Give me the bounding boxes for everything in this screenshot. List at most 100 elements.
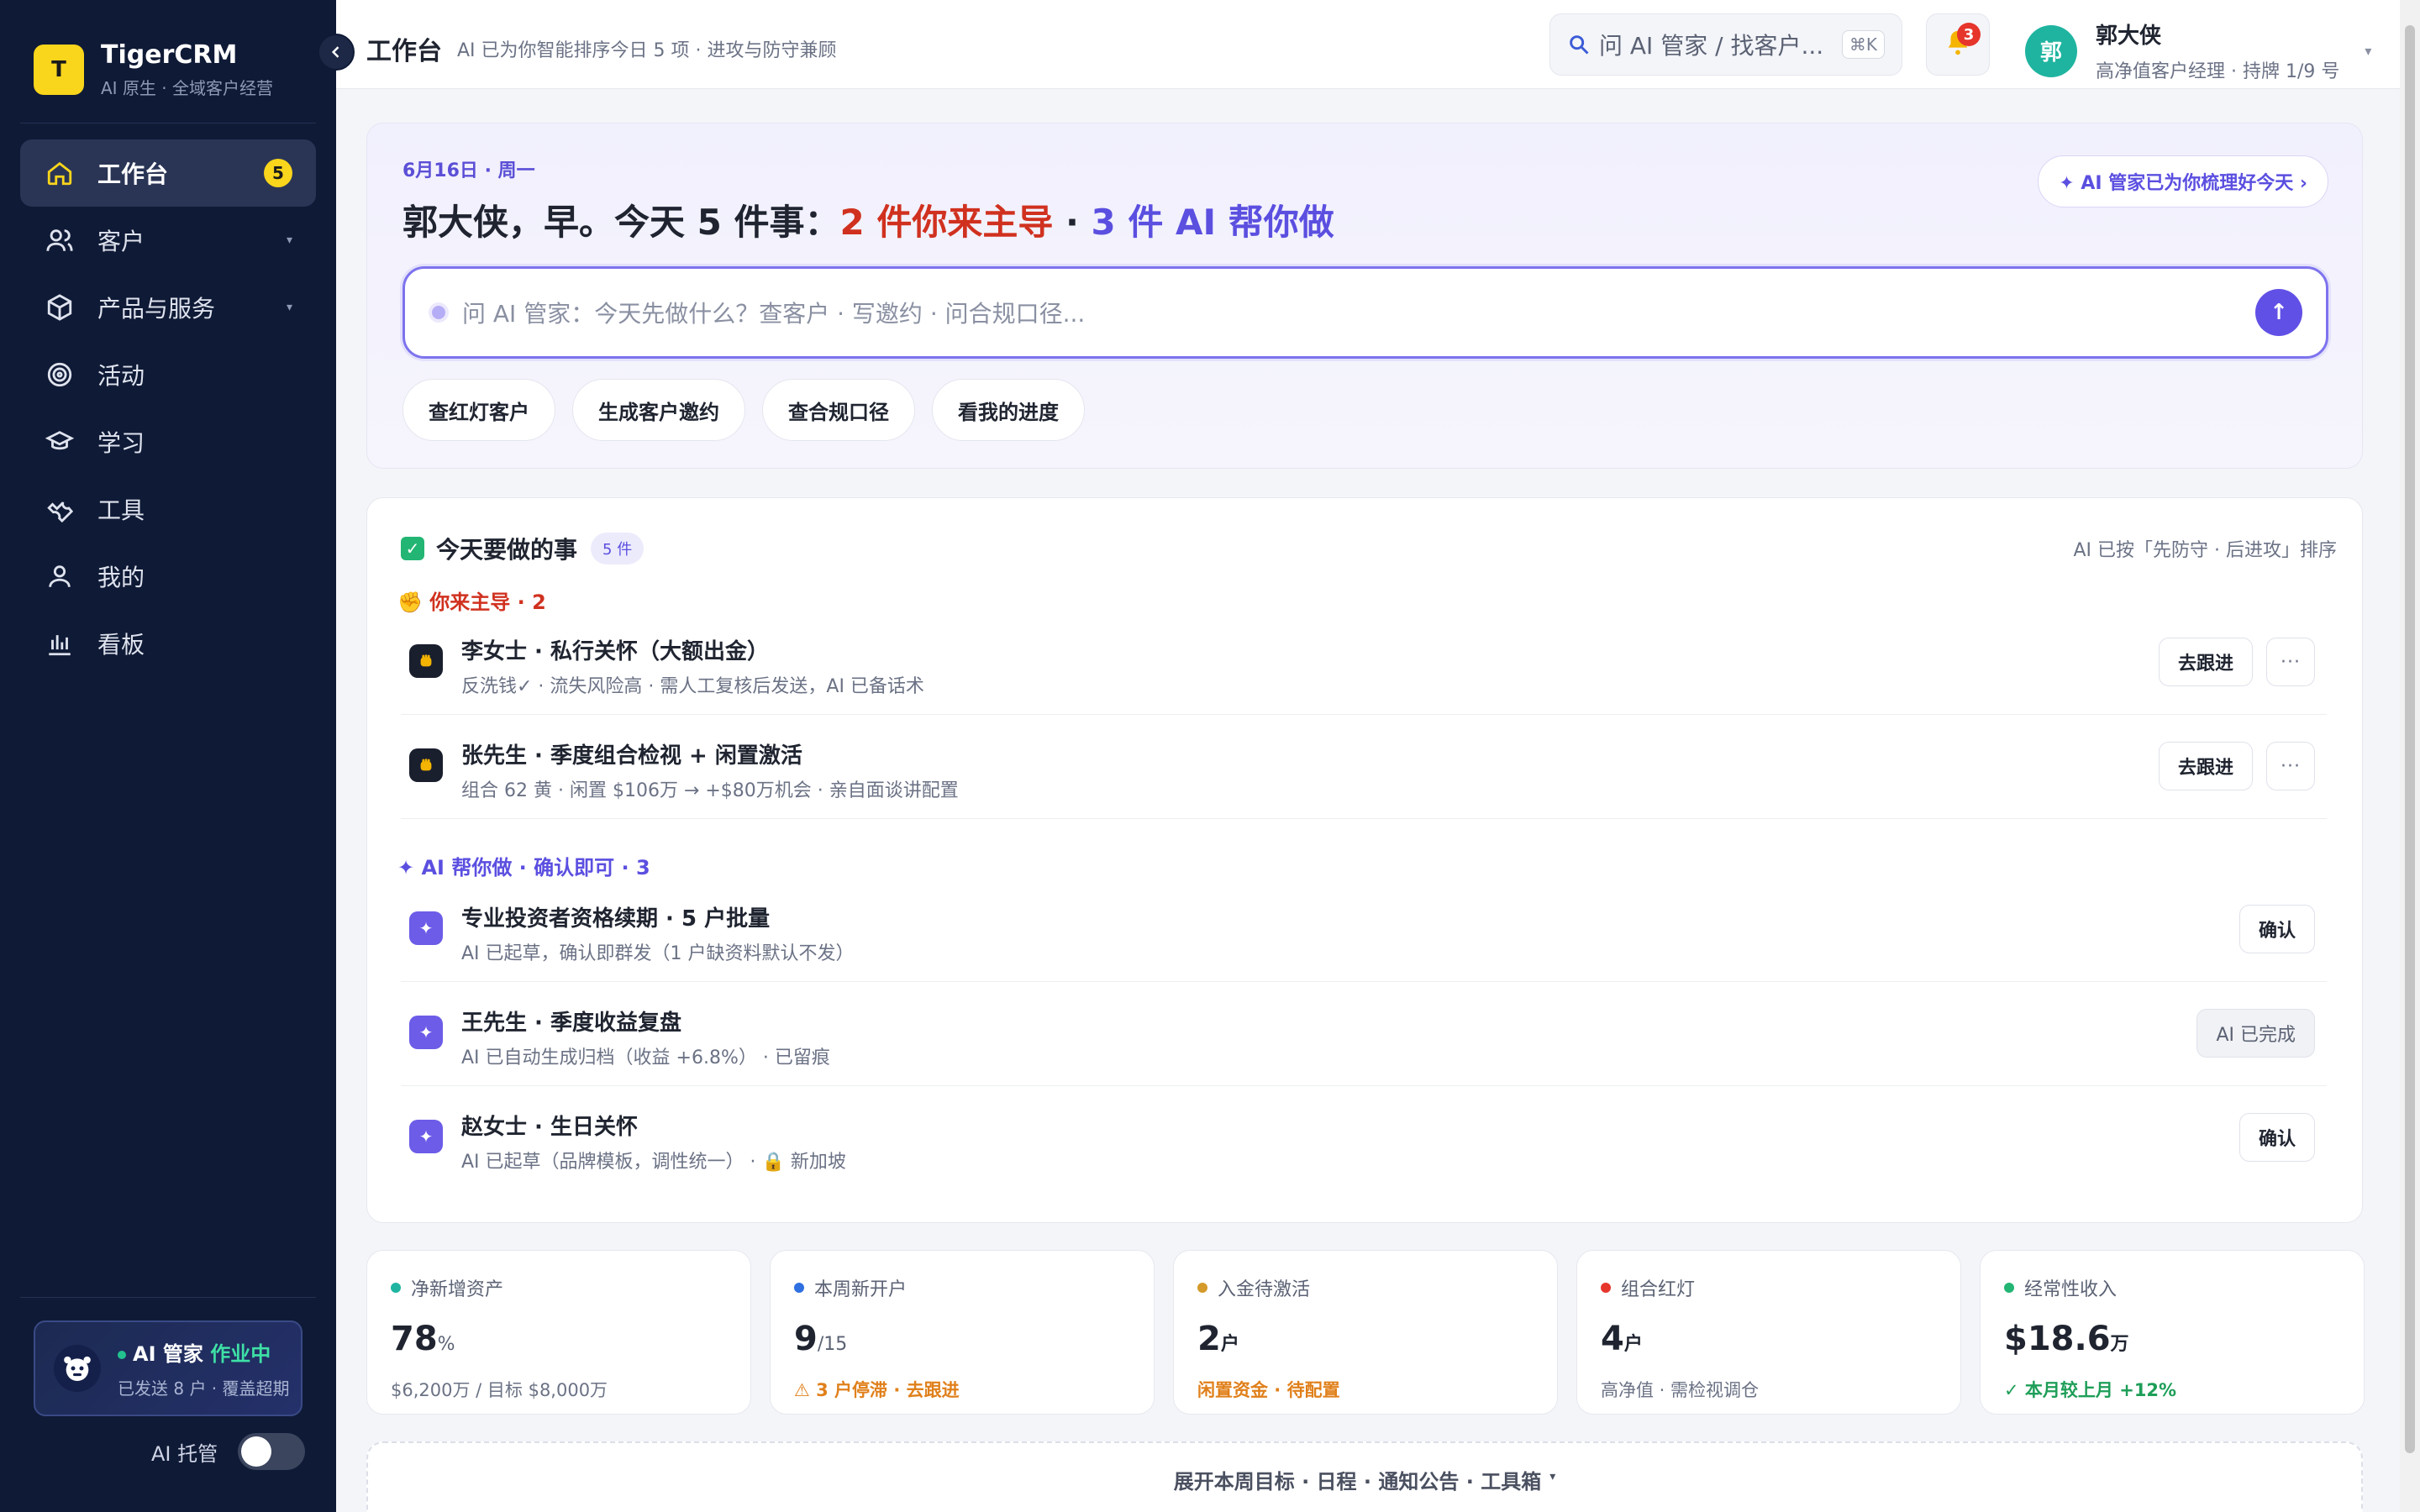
kpi-card-recurring-revenue[interactable]: 经常性收入 $18.6万 ✓ 本月较上月 +12%	[1980, 1250, 2365, 1415]
kpi-foot: 闲置资金 · 待配置	[1197, 1380, 1340, 1400]
checkbox-icon: ✓	[401, 537, 424, 560]
brand-name: TigerCRM	[101, 40, 238, 70]
sidebar-nav: 工作台 5 客户 ▾ 产品与服务 ▾ 活动 学习 工具 我的 看板	[20, 139, 316, 677]
divider	[20, 1297, 316, 1298]
quick-actions: 查红灯客户 生成客户邀约 查合规口径 看我的进度	[402, 379, 1102, 441]
greeting-headline: 郭大侠，早。今天 5 件事：2 件你来主导 · 3 件 AI 帮你做	[402, 194, 1334, 245]
kpi-value: $18.6	[2004, 1320, 2111, 1358]
target-icon	[44, 359, 76, 391]
kpi-label: 入金待激活	[1218, 1279, 1311, 1300]
kpi-foot[interactable]: ⚠ 3 户停滞 · 去跟进	[794, 1377, 960, 1402]
sidebar-item-dashboard[interactable]: 看板	[20, 610, 316, 677]
chevron-left-icon[interactable]	[318, 34, 355, 71]
confirm-button[interactable]: 确认	[2238, 1113, 2315, 1162]
sidebar-item-mine[interactable]: 我的	[20, 543, 316, 610]
task-row[interactable]: 李女士 · 私行关怀（大额出金） 反洗钱✓ · 流失风险高 · 需人工复核后发送…	[401, 619, 2327, 715]
kpi-value: 2	[1197, 1320, 1221, 1358]
task-row[interactable]: 张先生 · 季度组合检视 + 闲置激活 组合 62 黄 · 闲置 $106万 →…	[401, 723, 2327, 819]
task-row[interactable]: ✦ 赵女士 · 生日关怀 AI 已起草（品牌模板，调性统一） · 🔒 新加坡 确…	[401, 1095, 2327, 1190]
task-title: 张先生 · 季度组合检视 + 闲置激活	[461, 743, 802, 769]
sidebar: T TigerCRM AI 原生 · 全域客户经营 工作台 5 客户 ▾ 产品与…	[0, 0, 336, 1512]
kpi-unit: /15	[817, 1334, 848, 1355]
ai-dot-icon	[429, 302, 449, 323]
fist-icon	[409, 748, 443, 782]
chevron-down-icon: ▾	[286, 301, 292, 314]
count-badge: 5	[264, 159, 292, 187]
ai-butler-card[interactable]: AI 管家 作业中 已发送 8 户 · 覆盖超期	[34, 1320, 302, 1416]
sidebar-item-label: 工具	[97, 496, 145, 524]
kpi-card-net-assets[interactable]: 净新增资产 78% $6,200万 / 目标 $8,000万	[366, 1250, 751, 1415]
avatar: 郭	[2025, 24, 2077, 77]
quick-chip-invite[interactable]: 生成客户邀约	[572, 379, 745, 441]
quick-chip-progress[interactable]: 看我的进度	[932, 379, 1085, 441]
group-label-ai: ✦ AI 帮你做 · 确认即可 · 3	[397, 856, 650, 879]
status-dot	[2004, 1283, 2014, 1293]
search-input[interactable]: 问 AI 管家 / 找客户... ⌘K	[1549, 13, 1902, 76]
sidebar-item-label: 学习	[97, 429, 145, 457]
user-role: 高净值客户经理 · 持牌 1/9 号	[2096, 61, 2340, 82]
more-icon[interactable]: ···	[2266, 742, 2315, 790]
ai-card-title: AI 管家	[133, 1342, 203, 1366]
section-title: 今天要做的事	[436, 536, 578, 564]
page-subtitle: AI 已为你智能排序今日 5 项 · 进攻与防守兼顾	[457, 40, 837, 61]
sidebar-item-label: 产品与服务	[97, 295, 216, 323]
kpi-card-new-accounts[interactable]: 本周新开户 9/15 ⚠ 3 户停滞 · 去跟进	[770, 1250, 1155, 1415]
sidebar-item-products[interactable]: 产品与服务 ▾	[20, 274, 316, 341]
box-icon	[44, 291, 76, 323]
task-row[interactable]: ✦ 王先生 · 季度收益复盘 AI 已自动生成归档（收益 +6.8%） · 已留…	[401, 990, 2327, 1086]
ai-summary-link[interactable]: ✦ AI 管家已为你梳理好今天 ›	[2038, 155, 2328, 207]
kpi-card-red-portfolio[interactable]: 组合红灯 4户 高净值 · 需检视调仓	[1576, 1250, 1961, 1415]
greeting-card: 6月16日 · 周一 郭大侠，早。今天 5 件事：2 件你来主导 · 3 件 A…	[366, 123, 2363, 469]
sidebar-item-tools[interactable]: 工具	[20, 475, 316, 543]
brand[interactable]: T TigerCRM AI 原生 · 全域客户经营	[34, 40, 273, 99]
send-button[interactable]: ↑	[2255, 289, 2302, 336]
confirm-button[interactable]: 确认	[2238, 905, 2315, 953]
kpi-label: 净新增资产	[411, 1279, 504, 1300]
quick-chip-red-customers[interactable]: 查红灯客户	[402, 379, 555, 441]
notifications-button[interactable]: 3	[1926, 13, 1990, 76]
headline-ai-count: 3 件 AI 帮你做	[1091, 202, 1334, 243]
page-title: 工作台	[366, 37, 442, 66]
task-desc: AI 已起草，确认即群发（1 户缺资料默认不发）	[461, 943, 855, 964]
sparkle-icon: ✦	[409, 1120, 443, 1153]
kpi-card-pending-activation[interactable]: 入金待激活 2户 闲置资金 · 待配置	[1173, 1250, 1558, 1415]
scrollbar[interactable]	[2400, 0, 2420, 1512]
quick-chip-compliance[interactable]: 查合规口径	[762, 379, 915, 441]
todo-card: ✓ 今天要做的事 5 件 AI 已按「先防守 · 后进攻」排序 ✊ 你来主导 ·…	[366, 497, 2363, 1223]
ai-hosting-toggle[interactable]	[238, 1433, 306, 1470]
task-title: 李女士 · 私行关怀（大额出金）	[461, 639, 769, 664]
sidebar-item-customers[interactable]: 客户 ▾	[20, 207, 316, 274]
sidebar-item-activities[interactable]: 活动	[20, 341, 316, 408]
brand-logo: T	[34, 45, 84, 95]
task-row[interactable]: ✦ 专业投资者资格续期 · 5 户批量 AI 已起草，确认即群发（1 户缺资料默…	[401, 886, 2327, 982]
kpi-unit: 户	[1220, 1334, 1239, 1355]
sidebar-item-label: 客户	[97, 228, 145, 255]
chevron-down-icon: ▾	[286, 234, 292, 247]
sidebar-item-learning[interactable]: 学习	[20, 408, 316, 475]
expand-more-button[interactable]: 展开本周目标 · 日程 · 通知公告 · 工具箱 ▾	[366, 1441, 2363, 1512]
follow-up-button[interactable]: 去跟进	[2158, 742, 2253, 790]
headline-prefix: 郭大侠，早。今天 5 件事：	[402, 202, 840, 243]
task-desc: 反洗钱✓ · 流失风险高 · 需人工复核后发送，AI 已备话术	[461, 676, 924, 697]
ai-ask-input[interactable]: 问 AI 管家：今天先做什么？查客户 · 写邀约 · 问合规口径... ↑	[402, 266, 2328, 359]
scrollbar-thumb[interactable]	[2405, 25, 2415, 1453]
fist-icon	[409, 644, 443, 678]
task-desc: AI 已起草（品牌模板，调性统一） · 🔒 新加坡	[461, 1152, 846, 1173]
brand-tagline: AI 原生 · 全域客户经营	[101, 78, 274, 98]
users-icon	[44, 224, 76, 256]
count-badge: 5 件	[591, 533, 644, 564]
ai-done-status: AI 已完成	[2196, 1009, 2315, 1058]
ai-hosting-label: AI 托管	[151, 1441, 218, 1466]
kpi-unit: 户	[1623, 1334, 1643, 1355]
status-dot	[1601, 1283, 1611, 1293]
search-icon	[1567, 33, 1591, 56]
robot-icon	[54, 1345, 101, 1392]
status-dot	[794, 1283, 804, 1293]
follow-up-button[interactable]: 去跟进	[2158, 638, 2253, 686]
ai-hosting-row: AI 托管	[151, 1433, 306, 1470]
sidebar-item-label: 活动	[97, 362, 145, 390]
more-icon[interactable]: ···	[2266, 638, 2315, 686]
ask-placeholder: 问 AI 管家：今天先做什么？查客户 · 写邀约 · 问合规口径...	[462, 300, 1086, 328]
user-menu[interactable]: 郭 郭大侠 高净值客户经理 · 持牌 1/9 号 ▾	[2025, 18, 2378, 83]
sidebar-item-workbench[interactable]: 工作台 5	[20, 139, 316, 207]
